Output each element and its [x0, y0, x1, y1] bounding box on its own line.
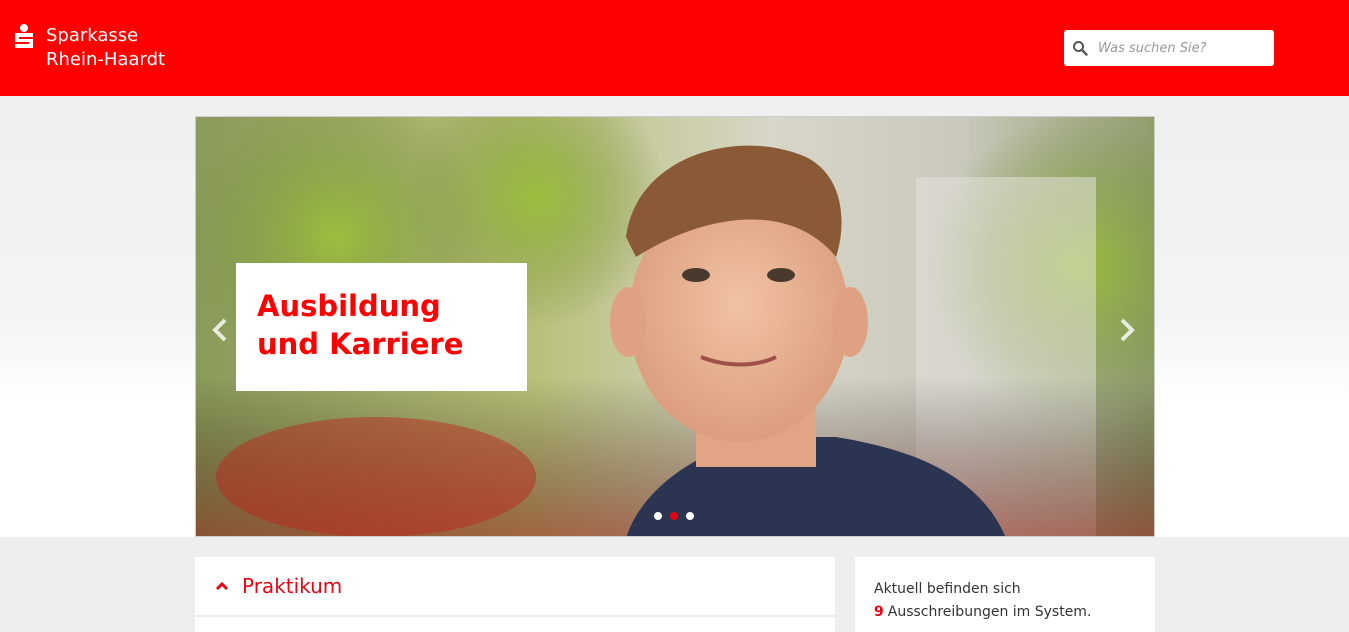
job-count: 9	[874, 604, 884, 620]
info-line-2: Ausschreibungen im System.	[887, 604, 1092, 620]
search-icon[interactable]	[1072, 40, 1088, 56]
info-line-1: Aktuell befinden sich	[874, 581, 1021, 597]
brand-logo[interactable]: Sparkasse Rhein-Haardt	[12, 24, 165, 72]
accordion-praktikum: Praktikum	[195, 557, 835, 632]
carousel-dot-1[interactable]	[654, 512, 662, 520]
accordion-title: Praktikum	[242, 574, 343, 598]
chevron-up-icon	[215, 581, 229, 591]
header-bar: Sparkasse Rhein-Haardt	[0, 0, 1349, 96]
accordion-header[interactable]: Praktikum	[195, 557, 835, 617]
carousel-dot-3[interactable]	[686, 512, 694, 520]
hero-caption: Ausbildung und Karriere	[236, 263, 527, 391]
chevron-right-icon[interactable]	[1113, 313, 1143, 347]
brand-line-2: Rhein-Haardt	[46, 49, 166, 70]
hero-title: Ausbildung und Karriere	[257, 289, 464, 361]
search-box[interactable]	[1064, 30, 1274, 66]
info-line-2-wrap: 9 Ausschreibungen im System.	[874, 601, 1155, 624]
chevron-left-icon[interactable]	[204, 313, 234, 347]
job-count-panel: Aktuell befinden sich 9 Ausschreibungen i…	[855, 557, 1155, 632]
carousel-indicators	[654, 512, 694, 520]
search-input[interactable]	[1098, 40, 1258, 56]
brand-line-1: Sparkasse	[46, 25, 139, 46]
hero-carousel: Ausbildung und Karriere	[195, 116, 1155, 537]
sparkasse-s-icon	[15, 24, 33, 48]
carousel-dot-2[interactable]	[670, 512, 678, 520]
brand-name: Sparkasse Rhein-Haardt	[46, 24, 165, 72]
